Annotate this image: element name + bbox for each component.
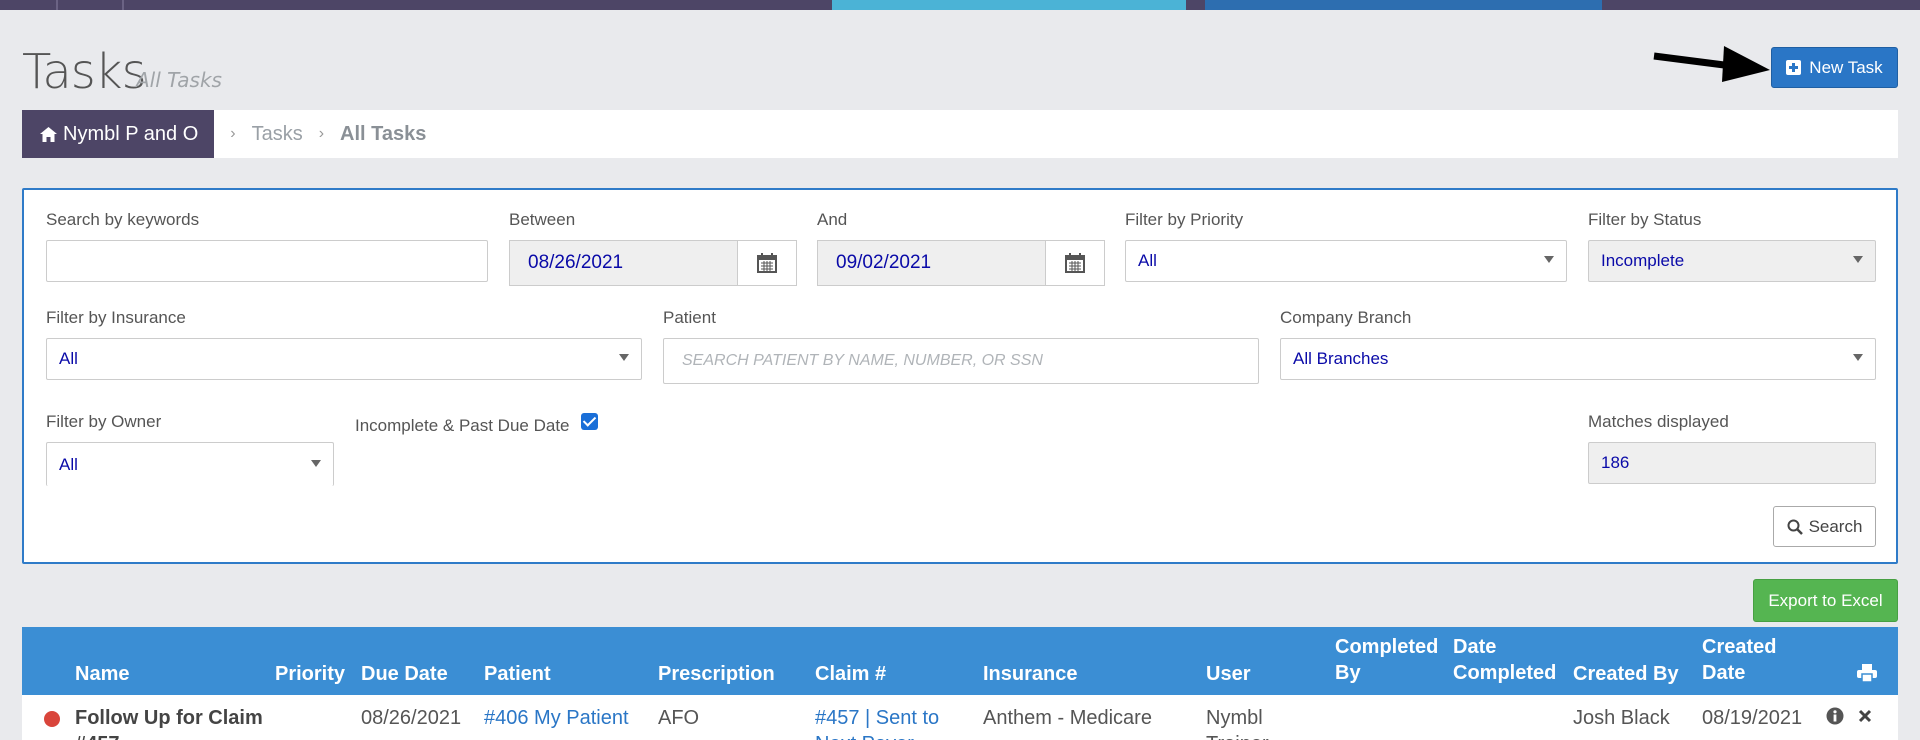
owner-label: Filter by Owner bbox=[46, 412, 162, 431]
col-insurance[interactable]: Insurance bbox=[983, 661, 1077, 687]
col-user[interactable]: User bbox=[1206, 661, 1250, 687]
info-icon[interactable] bbox=[1826, 707, 1844, 725]
col-name[interactable]: Name bbox=[75, 661, 129, 687]
nav-tab-active[interactable] bbox=[832, 0, 1186, 10]
calendar-icon[interactable] bbox=[738, 241, 796, 285]
page-subtitle: All Tasks bbox=[136, 68, 222, 92]
past-due-checkbox[interactable] bbox=[581, 413, 598, 430]
priority-select-value: All bbox=[1138, 251, 1157, 270]
search-button-label: Search bbox=[1808, 516, 1863, 536]
caret-down-icon bbox=[1853, 354, 1863, 361]
caret-down-icon bbox=[619, 354, 629, 361]
breadcrumb-all-tasks: All Tasks bbox=[340, 122, 427, 145]
patient-label: Patient bbox=[663, 308, 716, 327]
priority-dot-icon bbox=[44, 711, 60, 727]
owner-select-value: All bbox=[59, 454, 78, 474]
task-name[interactable]: Follow Up for Claim #457 bbox=[75, 705, 263, 740]
task-claim-line2: Next Payer bbox=[815, 731, 939, 740]
and-label: And bbox=[817, 210, 848, 229]
top-nav bbox=[0, 0, 1920, 10]
col-patient[interactable]: Patient bbox=[484, 661, 551, 687]
insurance-select[interactable]: All bbox=[46, 338, 642, 380]
col-claim[interactable]: Claim # bbox=[815, 661, 886, 687]
task-patient-link[interactable]: #406 My Patient bbox=[484, 705, 629, 731]
col-date-completed-line2: Completed bbox=[1453, 662, 1557, 684]
branch-label: Company Branch bbox=[1280, 308, 1412, 327]
task-created-date: 08/19/2021 bbox=[1702, 707, 1803, 729]
col-created-date-line1: Created bbox=[1702, 636, 1777, 658]
close-icon[interactable] bbox=[1858, 709, 1872, 723]
search-button[interactable]: Search bbox=[1773, 506, 1876, 547]
matches-displayed-field: 186 bbox=[1588, 442, 1876, 484]
col-due-date[interactable]: Due Date bbox=[361, 661, 448, 687]
col-priority[interactable]: Priority bbox=[275, 661, 345, 687]
status-label: Filter by Status bbox=[1588, 210, 1702, 229]
new-task-button[interactable]: New Task bbox=[1771, 47, 1898, 88]
table-row[interactable]: Follow Up for Claim #457 08/26/2021 #406… bbox=[22, 695, 1898, 740]
task-user: Nymbl Trainer bbox=[1206, 705, 1269, 740]
tasks-table-header: Name Priority Due Date Patient Prescript… bbox=[22, 627, 1898, 695]
between-date-value[interactable]: 08/26/2021 bbox=[510, 241, 738, 285]
nav-tab[interactable] bbox=[1205, 0, 1602, 10]
task-created-by: Josh Black bbox=[1573, 707, 1670, 729]
between-label: Between bbox=[509, 210, 576, 229]
col-completed-by-line1: Completed bbox=[1335, 636, 1439, 658]
status-select-value: Incomplete bbox=[1601, 251, 1685, 270]
caret-down-icon bbox=[1544, 256, 1554, 263]
task-claim-link[interactable]: #457 | Sent to Next Payer bbox=[815, 705, 939, 740]
task-prescription: AFO bbox=[658, 707, 700, 729]
col-completed-by-line2: By bbox=[1335, 662, 1361, 684]
priority-select[interactable]: All bbox=[1125, 240, 1567, 282]
page-title: Tasks bbox=[22, 44, 147, 100]
task-due-date: 08/26/2021 bbox=[361, 707, 462, 729]
past-due-label: Incomplete & Past Due Date bbox=[355, 416, 570, 435]
col-created-date-line2: Date bbox=[1702, 662, 1746, 684]
keywords-input[interactable] bbox=[46, 240, 488, 282]
caret-down-icon bbox=[1853, 256, 1863, 263]
col-prescription[interactable]: Prescription bbox=[658, 661, 775, 687]
and-date-field[interactable]: 09/02/2021 bbox=[817, 240, 1105, 286]
task-name-line2: #457 bbox=[75, 731, 263, 740]
new-task-label: New Task bbox=[1809, 57, 1883, 77]
between-date-field[interactable]: 08/26/2021 bbox=[509, 240, 797, 286]
matches-label: Matches displayed bbox=[1588, 412, 1729, 431]
status-select[interactable]: Incomplete bbox=[1588, 240, 1876, 282]
insurance-label: Filter by Insurance bbox=[46, 308, 186, 327]
insurance-select-value: All bbox=[59, 349, 78, 368]
breadcrumb-home[interactable]: Nymbl P and O bbox=[22, 110, 215, 158]
task-claim-line1: #457 | Sent to bbox=[815, 707, 940, 729]
breadcrumb: Nymbl P and O › Tasks › All Tasks bbox=[22, 110, 1898, 158]
col-date-completed[interactable]: Date Completed bbox=[1453, 634, 1556, 686]
home-icon bbox=[40, 126, 57, 142]
priority-label: Filter by Priority bbox=[1125, 210, 1244, 229]
search-icon bbox=[1787, 519, 1803, 535]
arrow-annotation-icon bbox=[1653, 46, 1770, 82]
branch-select-value: All Branches bbox=[1293, 349, 1389, 368]
plus-square-icon bbox=[1786, 60, 1802, 75]
chevron-right-icon: › bbox=[318, 125, 325, 142]
caret-down-icon bbox=[311, 460, 321, 467]
owner-select[interactable]: All bbox=[46, 442, 334, 486]
task-user-line1: Nymbl bbox=[1206, 707, 1263, 729]
col-created-date[interactable]: Created Date bbox=[1702, 634, 1776, 686]
task-name-line1: Follow Up for Claim bbox=[75, 707, 263, 729]
nav-divider bbox=[122, 0, 124, 10]
col-date-completed-line1: Date bbox=[1453, 636, 1497, 658]
patient-search-input[interactable]: SEARCH PATIENT BY NAME, NUMBER, OR SSN bbox=[663, 338, 1259, 384]
task-user-line2: Trainer bbox=[1206, 731, 1269, 740]
breadcrumb-tasks[interactable]: Tasks bbox=[252, 123, 303, 146]
and-date-value[interactable]: 09/02/2021 bbox=[818, 241, 1046, 285]
chevron-right-icon: › bbox=[230, 125, 236, 142]
col-created-by[interactable]: Created By bbox=[1573, 661, 1679, 687]
keywords-label: Search by keywords bbox=[46, 210, 200, 229]
export-excel-button[interactable]: Export to Excel bbox=[1753, 579, 1898, 622]
task-insurance: Anthem - Medicare bbox=[983, 707, 1152, 729]
print-icon[interactable] bbox=[1857, 664, 1877, 682]
col-completed-by[interactable]: Completed By bbox=[1335, 634, 1438, 686]
calendar-icon[interactable] bbox=[1046, 241, 1104, 285]
nav-divider bbox=[56, 0, 58, 10]
branch-select[interactable]: All Branches bbox=[1280, 338, 1876, 380]
breadcrumb-home-label: Nymbl P and O bbox=[63, 122, 199, 145]
filter-panel: Search by keywords Between 08/26/2021 An… bbox=[22, 188, 1898, 564]
